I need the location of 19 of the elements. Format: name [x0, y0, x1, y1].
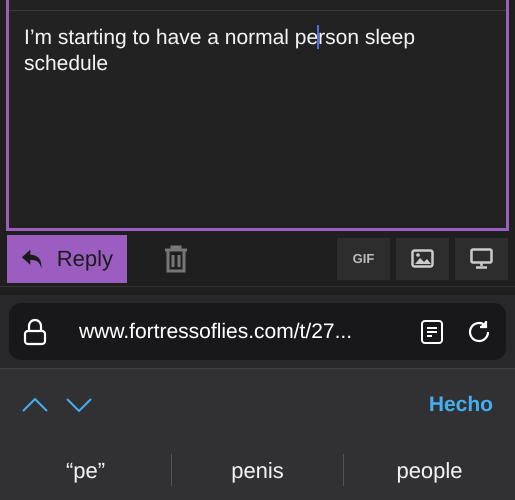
previous-field-icon[interactable] [22, 398, 48, 412]
next-field-icon[interactable] [66, 398, 92, 412]
reader-icon[interactable] [420, 318, 444, 344]
reload-icon[interactable] [466, 318, 492, 344]
monitor-icon [470, 248, 493, 269]
image-button[interactable] [396, 238, 449, 280]
suggestion[interactable]: people [344, 454, 515, 486]
image-icon [411, 249, 434, 268]
screen-button[interactable] [455, 238, 508, 280]
address-bar[interactable]: www.fortressoflies.com/t/27... [9, 303, 506, 360]
reply-button[interactable]: Reply [7, 234, 127, 282]
url-text: www.fortressoflies.com/t/27... [79, 318, 352, 345]
lock-icon [23, 318, 47, 346]
suggestion[interactable]: “pe” [0, 454, 171, 486]
text-cursor [317, 25, 320, 49]
suggestion[interactable]: penis [172, 454, 343, 486]
trash-icon [162, 244, 188, 274]
gif-button[interactable]: GIF [337, 238, 390, 280]
done-button[interactable]: Hecho [428, 388, 493, 420]
